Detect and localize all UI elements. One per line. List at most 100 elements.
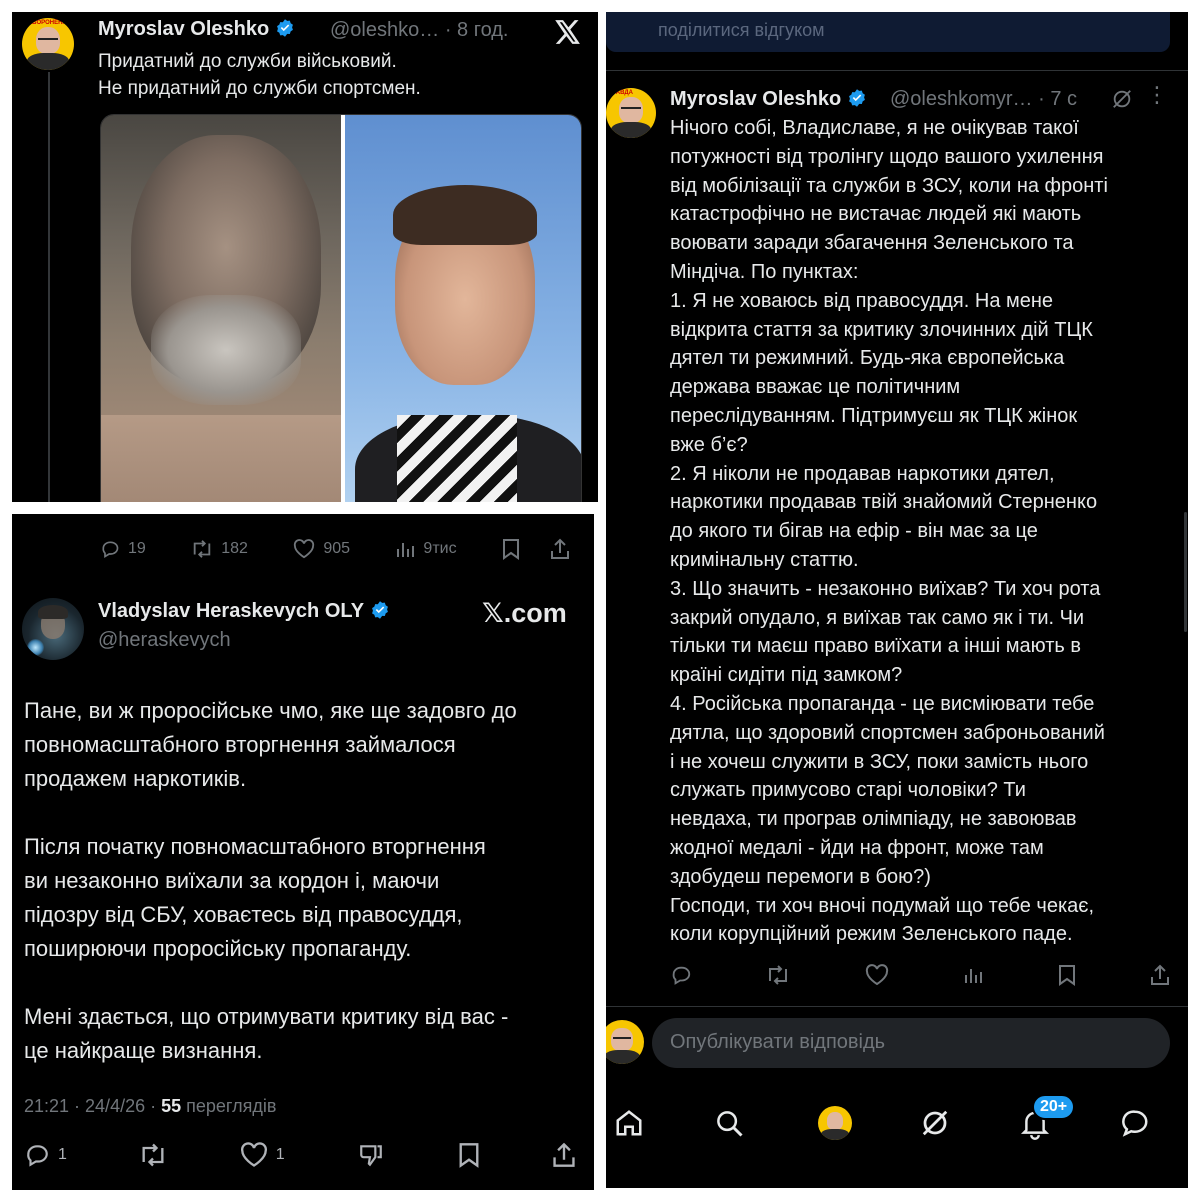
repost-icon[interactable] — [139, 1143, 167, 1167]
author-name[interactable]: Myroslav Oleshko — [98, 18, 269, 40]
post-text-line: здобудеш перемоги в бою?) — [670, 865, 931, 888]
post-text-line: дятел ти режимний. Будь-яка європейська — [670, 347, 1065, 370]
post-text-line: 3. Що значить - незаконно виїхав? Ти хоч… — [670, 577, 1101, 600]
post-text-line: невдаха, ти програв олімпіаду, не завоюв… — [670, 808, 1077, 831]
bottom-nav: 20+ — [606, 1078, 1188, 1188]
views-icon[interactable] — [963, 965, 983, 985]
reply-icon — [27, 1145, 48, 1167]
author-handle: @oleshko… — [330, 19, 440, 41]
post-time[interactable]: 8 год. — [457, 19, 508, 41]
author-handle[interactable]: @oleshkomyr… — [890, 88, 1033, 110]
views-count: 55 — [161, 1096, 182, 1116]
post-text: Придатний до служби військовий. Не прида… — [98, 48, 421, 102]
photo-right[interactable] — [345, 115, 581, 504]
post-text-line: дятла, що здоровий спортсмен заброньован… — [670, 721, 1105, 744]
x-logo-icon[interactable] — [555, 20, 581, 44]
author-name[interactable]: Vladyslav Heraskevych OLY — [98, 600, 364, 622]
my-avatar[interactable] — [606, 1020, 644, 1064]
post-timestamp[interactable]: 21:21 · 24/4/26 · — [24, 1096, 156, 1116]
repost-icon[interactable] — [766, 965, 790, 985]
author-name[interactable]: Myroslav Oleshko — [670, 88, 841, 110]
post-text-line: 2. Я ніколи не продавав наркотики дятел, — [670, 462, 1055, 485]
heart-icon — [294, 539, 315, 559]
post-text-line: і не хочеш служити в ЗСУ, поки замість н… — [670, 750, 1089, 773]
views-label: переглядів — [186, 1096, 277, 1116]
post-text-line: Не придатний до служби спортсмен. — [98, 78, 421, 99]
reply-input[interactable]: Опублікувати відповідь — [652, 1018, 1170, 1068]
post-text-line: потужності від тролінгу щодо вашого ухил… — [670, 145, 1104, 168]
separator: · — [1038, 88, 1045, 110]
photo-left[interactable] — [101, 115, 341, 504]
post-text-line: Придатний до служби військовий. — [98, 51, 397, 72]
like-button[interactable]: 1 — [240, 1142, 285, 1168]
author-row[interactable]: Myroslav Oleshko — [670, 88, 867, 111]
author-avatar[interactable]: ЗАБОРОНЕНА — [22, 18, 74, 70]
post-text-line: закрий опудало, я виїхав так само як і т… — [670, 606, 1085, 629]
post-media[interactable] — [100, 114, 582, 504]
post-text: Нічого собі, Владиславе, я не очікував т… — [670, 114, 1108, 949]
action-bar: 1 1 — [24, 1142, 576, 1168]
profile-avatar-nav[interactable] — [818, 1106, 852, 1140]
repost-icon — [193, 540, 211, 558]
post-text-line: катастрофічно не вистачає людей які мают… — [670, 203, 1082, 226]
post-text-line: жодної медалі - йди на фронт, може там — [670, 836, 1044, 859]
notifications-badge: 20+ — [1032, 1094, 1076, 1120]
author-row[interactable]: Myroslav Oleshko — [98, 18, 295, 41]
tweet-original-panel: ЗАБОРОНЕНА Myroslav Oleshko @oleshko… · … — [12, 12, 598, 504]
reply-icon — [102, 541, 119, 558]
like-button[interactable]: 905 — [293, 539, 350, 559]
scrollbar[interactable] — [1184, 512, 1187, 632]
messages-icon[interactable] — [1120, 1108, 1150, 1138]
post-text-line: кримінальну статтю. — [670, 548, 859, 571]
post-text-line: поширюючи проросійську пропаганду. — [24, 936, 412, 961]
post-text-line: до якого ти бігав на ефір - він має за ц… — [670, 520, 1038, 543]
post-text-line: Мені здається, що отримувати критику від… — [24, 1004, 509, 1029]
bookmark-icon[interactable] — [458, 1142, 480, 1168]
more-options-icon[interactable]: ⋮ — [1146, 82, 1168, 108]
post-text-line: повномасштабного вторгнення займалося — [24, 732, 456, 757]
post-text-line: Нічого собі, Владиславе, я не очікував т… — [670, 117, 1079, 139]
divider — [606, 1006, 1188, 1007]
dislike-icon[interactable] — [357, 1142, 385, 1168]
avatar-logo-text: ЗАБОРОНЕНА — [24, 20, 67, 27]
bookmark-icon[interactable] — [1058, 964, 1076, 986]
heart-icon — [240, 1142, 267, 1167]
views-count: 9тис — [423, 540, 457, 557]
separator: · — [444, 19, 452, 41]
grok-icon[interactable] — [920, 1108, 950, 1138]
avatar-logo-text: ПРАВДА — [608, 90, 633, 96]
post-text-line: Пане, ви ж проросійське чмо, яке ще задо… — [24, 698, 517, 723]
search-icon[interactable] — [714, 1108, 744, 1138]
author-row[interactable]: Vladyslav Heraskevych OLY — [98, 600, 390, 623]
share-icon[interactable] — [550, 538, 570, 560]
post-text-line: переслідуванням. Підтримуєш як ТЦК жінок — [670, 404, 1078, 427]
share-icon[interactable] — [552, 1142, 576, 1168]
reply-button[interactable]: 1 — [24, 1142, 67, 1168]
grok-icon[interactable] — [1111, 88, 1133, 110]
post-text-line: воювати заради збагачення Зеленського та — [670, 232, 1074, 255]
author-avatar[interactable] — [22, 598, 84, 660]
author-handle[interactable]: @heraskevych — [98, 629, 231, 652]
post-text-line: ви незаконно виїхали за кордон і, маючи — [24, 868, 440, 893]
post-text-line: коли корупційний режим Зеленського паде. — [670, 923, 1073, 946]
post-time[interactable]: 7 с — [1050, 88, 1077, 110]
repost-count: 182 — [221, 540, 248, 557]
xcom-brand: 𝕏.com — [482, 598, 567, 628]
author-avatar[interactable]: ПРАВДА — [606, 88, 656, 138]
bookmark-icon[interactable] — [502, 538, 520, 560]
like-count: 905 — [323, 540, 351, 557]
reply-icon[interactable] — [670, 964, 692, 986]
home-icon[interactable] — [614, 1108, 644, 1138]
tweet-reply-panel: 19 182 905 9тис Vladyslav Heraskevych OL… — [12, 514, 594, 1190]
views-button[interactable]: 9тис — [395, 539, 457, 559]
panel-cut — [12, 502, 598, 504]
post-text-line: країні сидіти під замком? — [670, 664, 903, 687]
verified-badge-icon — [849, 89, 866, 107]
repost-button[interactable]: 182 — [191, 539, 248, 559]
reply-button[interactable]: 19 — [100, 539, 146, 559]
post-text-line: Господи, ти хоч вночі подумай що тебе че… — [670, 894, 1095, 917]
action-bar: 19 182 905 9тис — [100, 538, 570, 560]
feedback-banner[interactable]: поділитися відгуком — [606, 12, 1170, 52]
heart-icon[interactable] — [865, 964, 889, 986]
share-icon[interactable] — [1150, 964, 1170, 986]
